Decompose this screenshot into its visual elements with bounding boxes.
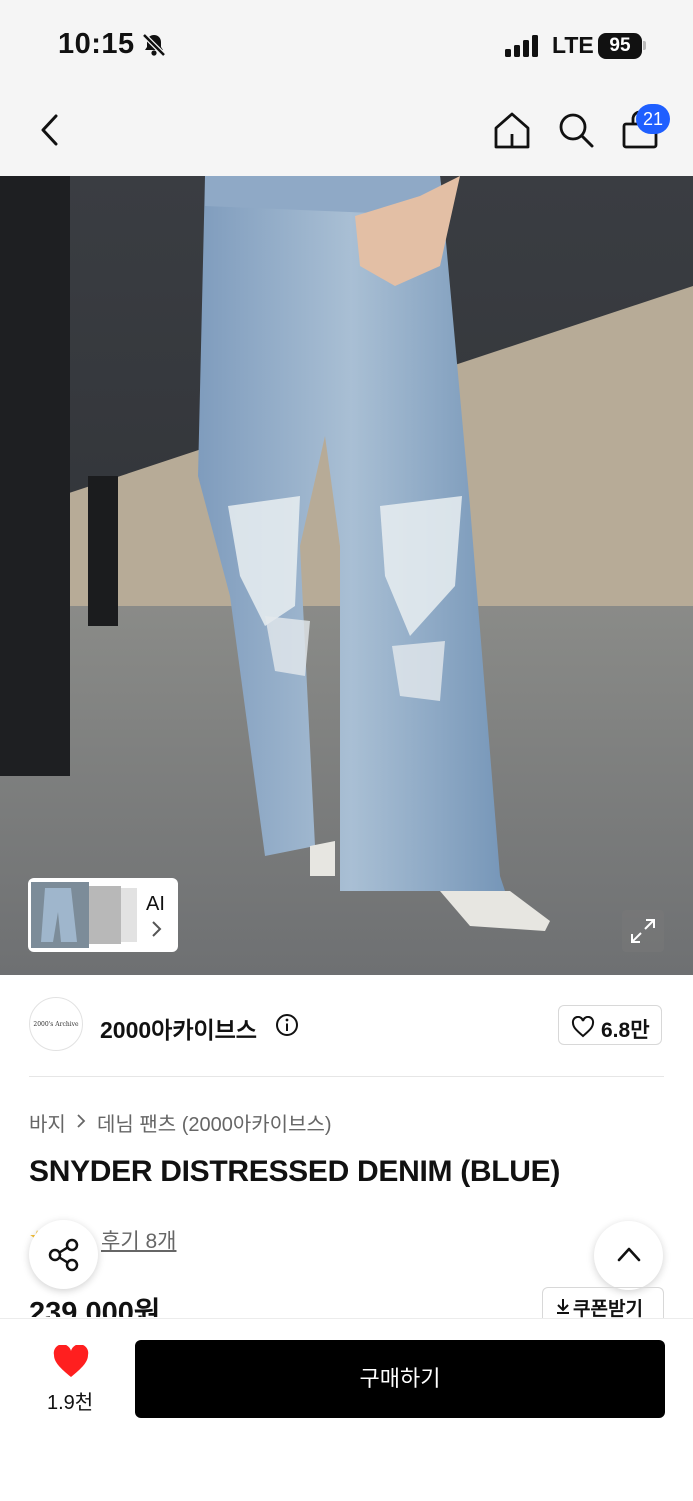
home-icon[interactable] <box>492 110 532 155</box>
signal-icon <box>505 35 543 62</box>
download-icon <box>557 1299 569 1314</box>
brand-name[interactable]: 2000아카이브스 <box>100 1011 257 1045</box>
status-time: 10:15 <box>58 28 135 60</box>
section-divider <box>29 1076 664 1077</box>
network-type: LTE <box>552 32 594 58</box>
expand-icon <box>630 918 656 949</box>
thumbnail-stack <box>31 882 137 948</box>
chevron-up-icon <box>617 1247 641 1262</box>
bell-muted-icon <box>140 31 168 64</box>
coupon-download-button[interactable]: 쿠폰받기 <box>542 1287 664 1319</box>
review-link[interactable]: 후기 8개 <box>101 1225 176 1255</box>
share-button[interactable] <box>29 1220 98 1289</box>
product-title: SNYDER DISTRESSED DENIM (BLUE) <box>29 1155 561 1188</box>
chevron-right-icon <box>150 920 162 943</box>
ai-thumbnail-card[interactable]: AI <box>28 878 178 952</box>
brand-like-button[interactable]: 6.8만 <box>558 1005 662 1045</box>
heart-outline-icon <box>571 1016 595 1038</box>
expand-image-button[interactable] <box>622 910 664 952</box>
ai-label: AI <box>146 893 165 915</box>
product-main-image[interactable] <box>0 176 693 975</box>
info-icon[interactable] <box>275 1013 299 1042</box>
battery-tip <box>643 41 646 50</box>
wishlist-count: 1.9천 <box>47 1392 94 1414</box>
heart-filled-icon[interactable] <box>52 1344 90 1384</box>
breadcrumb-category[interactable]: 바지 <box>29 1108 66 1137</box>
brand-like-count: 6.8만 <box>601 1019 650 1042</box>
scroll-to-top-button[interactable] <box>594 1221 663 1290</box>
brand-logo[interactable]: 2000's Archive <box>29 997 83 1051</box>
product-photo <box>0 176 693 975</box>
coupon-label: 쿠폰받기 <box>573 1299 643 1319</box>
search-icon[interactable] <box>556 110 596 155</box>
buy-button[interactable]: 구매하기 <box>135 1340 665 1418</box>
back-icon[interactable] <box>36 113 64 152</box>
battery-level: 95 <box>598 33 642 59</box>
product-price: 239,000원 <box>29 1297 161 1317</box>
breadcrumb-subcategory[interactable]: 데님 팬츠 (2000아카이브스) <box>97 1108 332 1137</box>
share-icon <box>48 1238 79 1272</box>
cart-count-badge: 21 <box>636 104 670 134</box>
breadcrumb-separator-icon <box>76 1113 86 1134</box>
